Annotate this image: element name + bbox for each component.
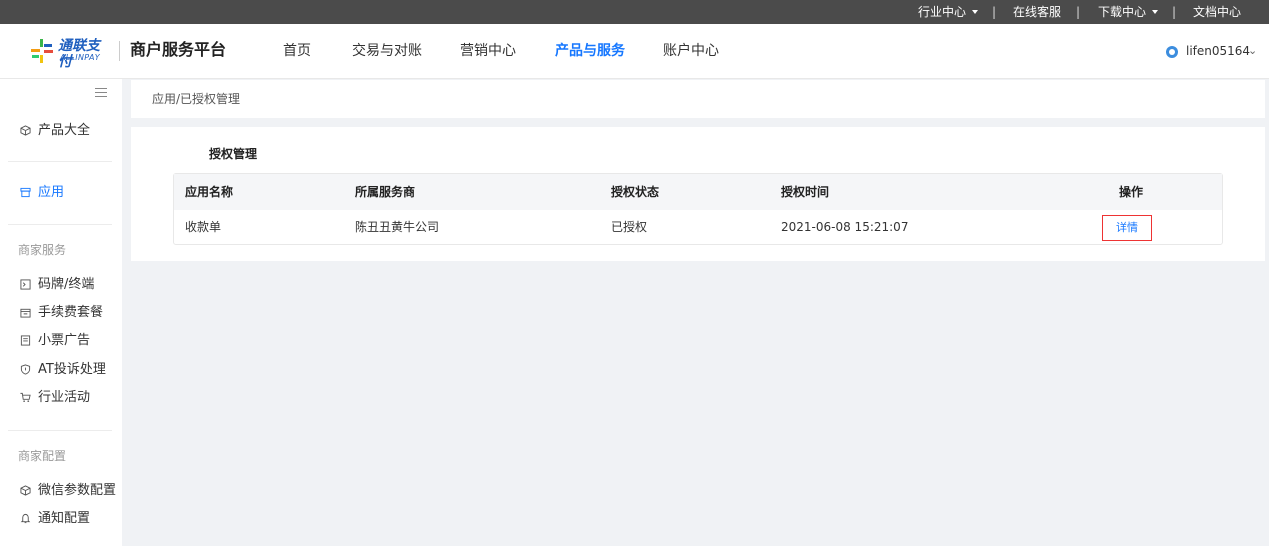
column-header-action: 操作 (1119, 185, 1144, 199)
terminal-icon (20, 279, 31, 290)
nav-products-services[interactable]: 产品与服务 (555, 41, 625, 61)
bell-icon (20, 513, 31, 524)
divider (8, 161, 112, 162)
receipt-icon (20, 335, 31, 346)
sidebar-item-label: 手续费套餐 (38, 305, 104, 320)
column-header-app-name: 应用名称 (185, 185, 234, 199)
sidebar: 产品大全 应用 商家服务 码牌/终端 手续费套餐 小票广告 AT投诉处理 行业活… (0, 79, 122, 546)
cart-icon (20, 392, 31, 402)
separator: | (992, 5, 997, 19)
download-center-menu[interactable]: 下载中心 (1098, 0, 1159, 24)
column-header-time: 授权时间 (781, 185, 830, 199)
package-icon (20, 308, 31, 318)
caret-down-icon (1152, 9, 1159, 14)
separator: | (1076, 5, 1081, 19)
menu-toggle-icon[interactable] (95, 88, 107, 98)
sidebar-item-label: AT投诉处理 (38, 362, 106, 377)
sidebar-item-label: 产品大全 (38, 123, 91, 138)
sidebar-item-label: 小票广告 (38, 333, 91, 348)
nav-account[interactable]: 账户中心 (663, 41, 719, 61)
cell-provider: 陈丑丑黄牛公司 (355, 220, 440, 234)
detail-button[interactable]: 详情 (1102, 215, 1152, 241)
doc-center-link[interactable]: 文档中心 (1193, 0, 1241, 24)
sidebar-item-label: 码牌/终端 (38, 277, 95, 292)
avatar (1166, 46, 1178, 58)
sidebar-item-label: 行业活动 (38, 390, 91, 405)
divider (8, 430, 112, 431)
caret-down-icon (972, 9, 979, 14)
nav-transactions[interactable]: 交易与对账 (352, 41, 422, 61)
separator: | (1172, 5, 1177, 19)
chevron-down-icon: ⌄ (1248, 44, 1258, 57)
shield-icon (20, 364, 31, 375)
industry-center-label: 行业中心 (918, 5, 967, 19)
column-header-status: 授权状态 (611, 185, 660, 199)
divider (8, 224, 112, 225)
column-header-provider: 所属服务商 (355, 185, 416, 199)
sidebar-item-label: 微信参数配置 (38, 483, 117, 498)
sidebar-item-label: 应用 (38, 185, 65, 200)
sidebar-group-title: 商家服务 (18, 243, 67, 257)
box-icon (20, 187, 31, 198)
online-service-link[interactable]: 在线客服 (1013, 0, 1061, 24)
download-center-label: 下载中心 (1098, 5, 1147, 19)
sidebar-item-label: 通知配置 (38, 511, 91, 526)
top-utility-bar: 行业中心 | 在线客服 | 下载中心 | 文档中心 (0, 0, 1269, 24)
username: lifen05164 (1186, 44, 1251, 58)
cell-time: 2021-06-08 15:21:07 (781, 220, 909, 234)
nav-home[interactable]: 首页 (283, 41, 311, 61)
table-header: 应用名称 所属服务商 授权状态 授权时间 操作 (174, 174, 1222, 210)
nav-marketing[interactable]: 营销中心 (460, 41, 516, 61)
authorization-table: 应用名称 所属服务商 授权状态 授权时间 操作 收款单 陈丑丑黄牛公司 已授权 … (173, 173, 1223, 245)
platform-title: 商户服务平台 (130, 40, 227, 59)
sidebar-group-title: 商家配置 (18, 449, 67, 463)
cell-status: 已授权 (611, 220, 648, 234)
breadcrumb-card: 应用/已授权管理 (131, 80, 1265, 118)
cube-icon (20, 485, 31, 496)
logo-text-en: ALLINPAY (60, 53, 100, 62)
logo-mark-icon (31, 39, 53, 63)
allinpay-logo[interactable]: 通联支付 ALLINPAY (30, 38, 112, 70)
authorization-card: 授权管理 应用名称 所属服务商 授权状态 授权时间 操作 收款单 陈丑丑黄牛公司… (131, 127, 1265, 261)
header-divider (119, 41, 120, 61)
cube-icon (20, 125, 31, 136)
main-header: 通联支付 ALLINPAY 商户服务平台 首页 交易与对账 营销中心 产品与服务… (0, 24, 1269, 79)
page-title: 授权管理 (209, 147, 258, 161)
breadcrumb: 应用/已授权管理 (152, 92, 241, 106)
industry-center-menu[interactable]: 行业中心 (918, 0, 979, 24)
cell-app-name: 收款单 (185, 220, 222, 234)
